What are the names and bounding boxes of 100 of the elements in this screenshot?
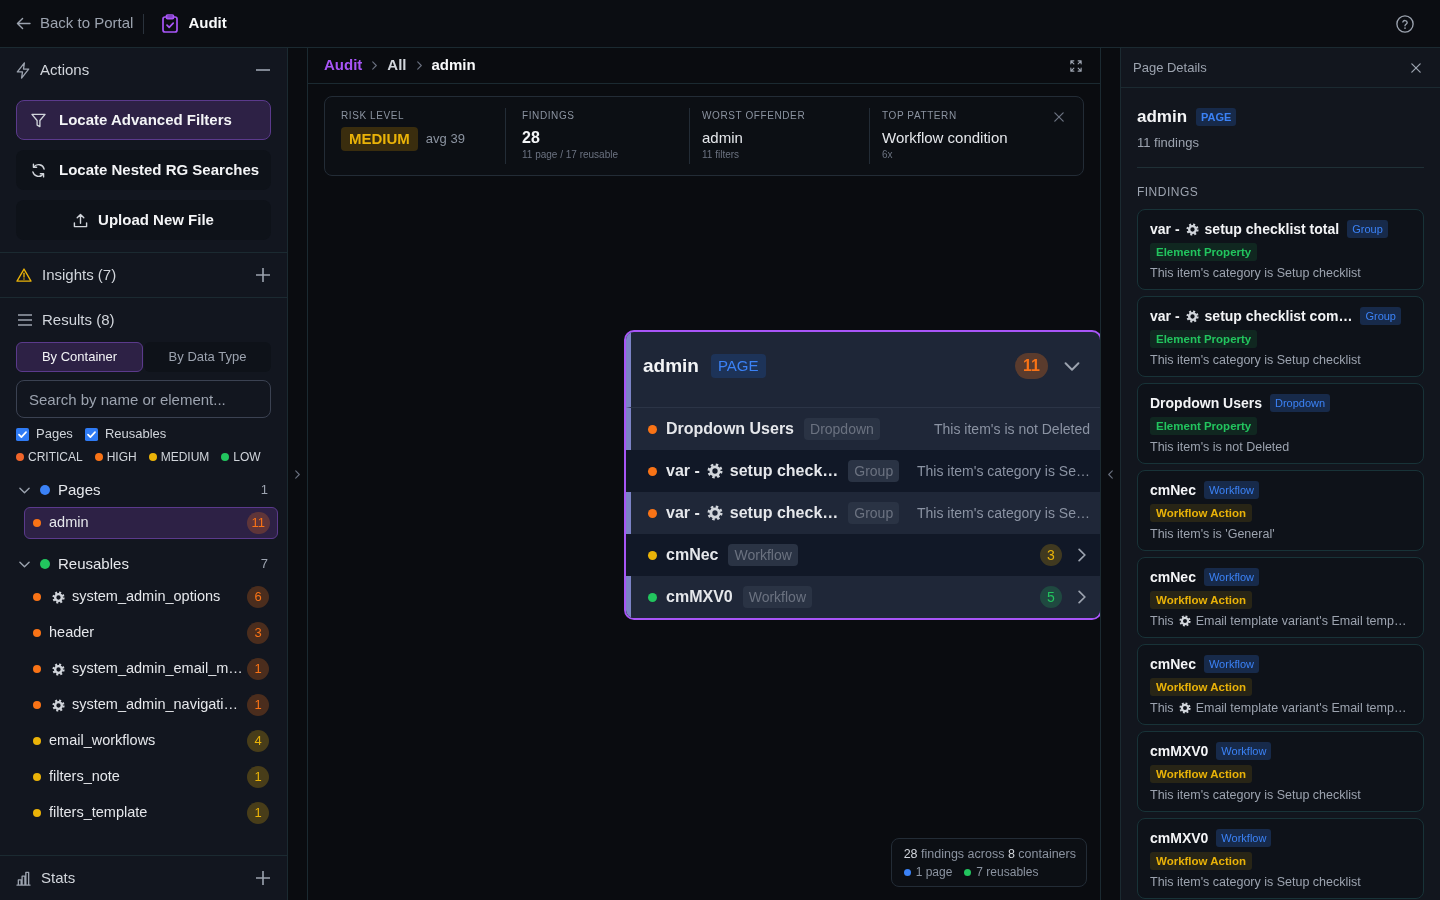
finding-name: setup checklist com…: [1204, 306, 1353, 326]
gear-icon: [1185, 222, 1199, 236]
action-button[interactable]: Upload New File: [16, 200, 271, 240]
section-title: Results (8): [42, 309, 115, 330]
item-type: Dropdown: [804, 418, 880, 440]
tree-group-label[interactable]: Reusables: [58, 552, 129, 576]
view-tab[interactable]: By Data Type: [144, 342, 271, 372]
node-row[interactable]: cmMXV0 Workflow 5: [626, 576, 1100, 618]
lightning-icon: [16, 61, 30, 79]
tree-item[interactable]: filters_note 1: [24, 761, 278, 793]
details-title: admin: [1137, 106, 1188, 128]
chevron-down-icon[interactable]: [19, 486, 30, 494]
container-node[interactable]: [624, 330, 1100, 620]
finding-card[interactable]: Dropdown Users Dropdown Element Property This item's is not Deleted: [1137, 383, 1424, 464]
gear-icon: [52, 662, 65, 676]
finding-tag: Workflow Action: [1150, 678, 1253, 696]
finding-tag: Workflow Action: [1150, 852, 1253, 870]
finding-description: This item's category is Setup checklist: [1150, 351, 1361, 369]
tree-item-label: system_admin_email_m…: [72, 659, 243, 679]
finding-card[interactable]: var - setup checklist com… Group Element Property This item's category is Setup checklist: [1137, 296, 1424, 377]
back-link[interactable]: Back to Portal: [16, 12, 134, 35]
tree-item[interactable]: filters_template 1: [24, 797, 278, 829]
finding-prefix: var -: [1150, 219, 1180, 239]
chevron-right-icon[interactable]: [1078, 548, 1086, 562]
help-icon[interactable]: [1396, 14, 1414, 33]
type-badge: Workflow: [1203, 568, 1259, 586]
finding-tag: Workflow Action: [1150, 504, 1253, 522]
chevron-right-icon[interactable]: [1078, 590, 1086, 604]
item-prefix: var -: [666, 503, 700, 523]
tree-item-label: system_admin_navigati…: [72, 695, 239, 715]
node-row[interactable]: cmNec Workflow 3: [626, 534, 1100, 576]
legend-label: LOW: [233, 449, 261, 466]
finding-description: This item's category is Setup checklist: [1150, 873, 1361, 891]
finding-card[interactable]: var - setup checklist total Group Element Property This item's category is Setup checklist: [1137, 209, 1424, 290]
type-badge: Workflow: [1203, 655, 1259, 673]
expand-icon[interactable]: [1070, 59, 1082, 72]
item-prefix: var -: [666, 461, 700, 481]
chevron-left-icon[interactable]: [1108, 469, 1113, 479]
tree-item[interactable]: email_workflows 4: [24, 725, 278, 757]
finding-description: Email template variant's Email temp…: [1195, 699, 1407, 717]
finding-card[interactable]: cmNec Workflow Workflow Action This Email template variant's Email temp…: [1137, 557, 1424, 638]
risk-level-badge: MEDIUM: [341, 127, 418, 151]
tree-group-label[interactable]: Pages: [58, 478, 101, 502]
page-title: Audit: [188, 13, 227, 34]
type-badge: PAGE: [710, 354, 766, 378]
node-row[interactable]: var - setup check… Group This item's category is Se…: [626, 450, 1100, 492]
breadcrumb-link[interactable]: All: [387, 54, 407, 77]
finding-name: cmMXV0: [1150, 741, 1209, 761]
finding-description: This item's category is Setup checklist: [1150, 264, 1361, 282]
plus-icon[interactable]: [256, 871, 270, 885]
checkbox[interactable]: [84, 427, 98, 441]
checkbox[interactable]: [16, 427, 29, 441]
clipboard-check-icon: [162, 14, 179, 33]
count-badge: 5: [1040, 586, 1062, 608]
tree-item-label: email_workflows: [49, 731, 156, 751]
close-icon[interactable]: [1054, 112, 1064, 122]
action-button[interactable]: Locate Advanced Filters: [16, 100, 271, 140]
search-field[interactable]: Search by name or element...: [16, 380, 271, 418]
tree-item[interactable]: header 3: [24, 617, 278, 649]
item-type: Workflow: [728, 544, 798, 566]
item-type: Workflow: [742, 586, 812, 608]
type-badge: Workflow: [1216, 742, 1272, 760]
bar-chart-icon: [16, 870, 31, 886]
item-name: setup check…: [729, 461, 839, 481]
tree-item-label: filters_template: [49, 803, 148, 823]
tree-item[interactable]: system_admin_options 6: [24, 581, 278, 613]
finding-card[interactable]: cmNec Workflow Workflow Action This item's is 'General': [1137, 470, 1424, 551]
close-icon[interactable]: [1411, 62, 1421, 73]
findings-count: 11 findings: [1137, 135, 1199, 151]
view-tab[interactable]: By Container: [16, 342, 143, 372]
item-name: cmMXV0: [666, 587, 733, 607]
breadcrumb-link[interactable]: Audit: [324, 54, 363, 77]
chevron-right-icon[interactable]: [295, 469, 300, 479]
plus-icon[interactable]: [256, 268, 270, 282]
type-badge: Group: [1360, 307, 1401, 325]
item-type: Group: [848, 460, 900, 482]
tree-item-label: admin: [49, 513, 89, 533]
finding-card[interactable]: cmNec Workflow Workflow Action This Email template variant's Email temp…: [1137, 644, 1424, 725]
gear-icon: [1185, 309, 1199, 323]
count-badge: 6: [247, 586, 269, 608]
chevron-right-icon: [372, 61, 378, 70]
chevron-down-icon[interactable]: [19, 560, 30, 568]
chevron-down-icon[interactable]: [1064, 361, 1080, 371]
metric-value: admin: [702, 128, 743, 148]
tree-group-count: 1: [260, 481, 268, 500]
tree-item[interactable]: admin 11: [24, 507, 278, 539]
checkbox-label: Pages: [36, 425, 73, 444]
warning-icon: [16, 268, 32, 282]
filter-icon: [31, 112, 46, 128]
finding-card[interactable]: cmMXV0 Workflow Workflow Action This item's category is Setup checklist: [1137, 818, 1424, 899]
item-description: This item's category is Se…: [915, 461, 1090, 481]
finding-card[interactable]: cmMXV0 Workflow Workflow Action This item's category is Setup checklist: [1137, 731, 1424, 812]
tree-item[interactable]: system_admin_navigati… 1: [24, 689, 278, 721]
metric-detail: 6x: [882, 149, 893, 161]
tree-item[interactable]: system_admin_email_m… 1: [24, 653, 278, 685]
action-button[interactable]: Locate Nested RG Searches: [16, 150, 271, 190]
count-badge: 4: [247, 730, 269, 752]
section-label: FINDINGS: [1137, 185, 1199, 199]
gear-icon: [52, 590, 65, 604]
metric-label: FINDINGS: [522, 110, 575, 122]
